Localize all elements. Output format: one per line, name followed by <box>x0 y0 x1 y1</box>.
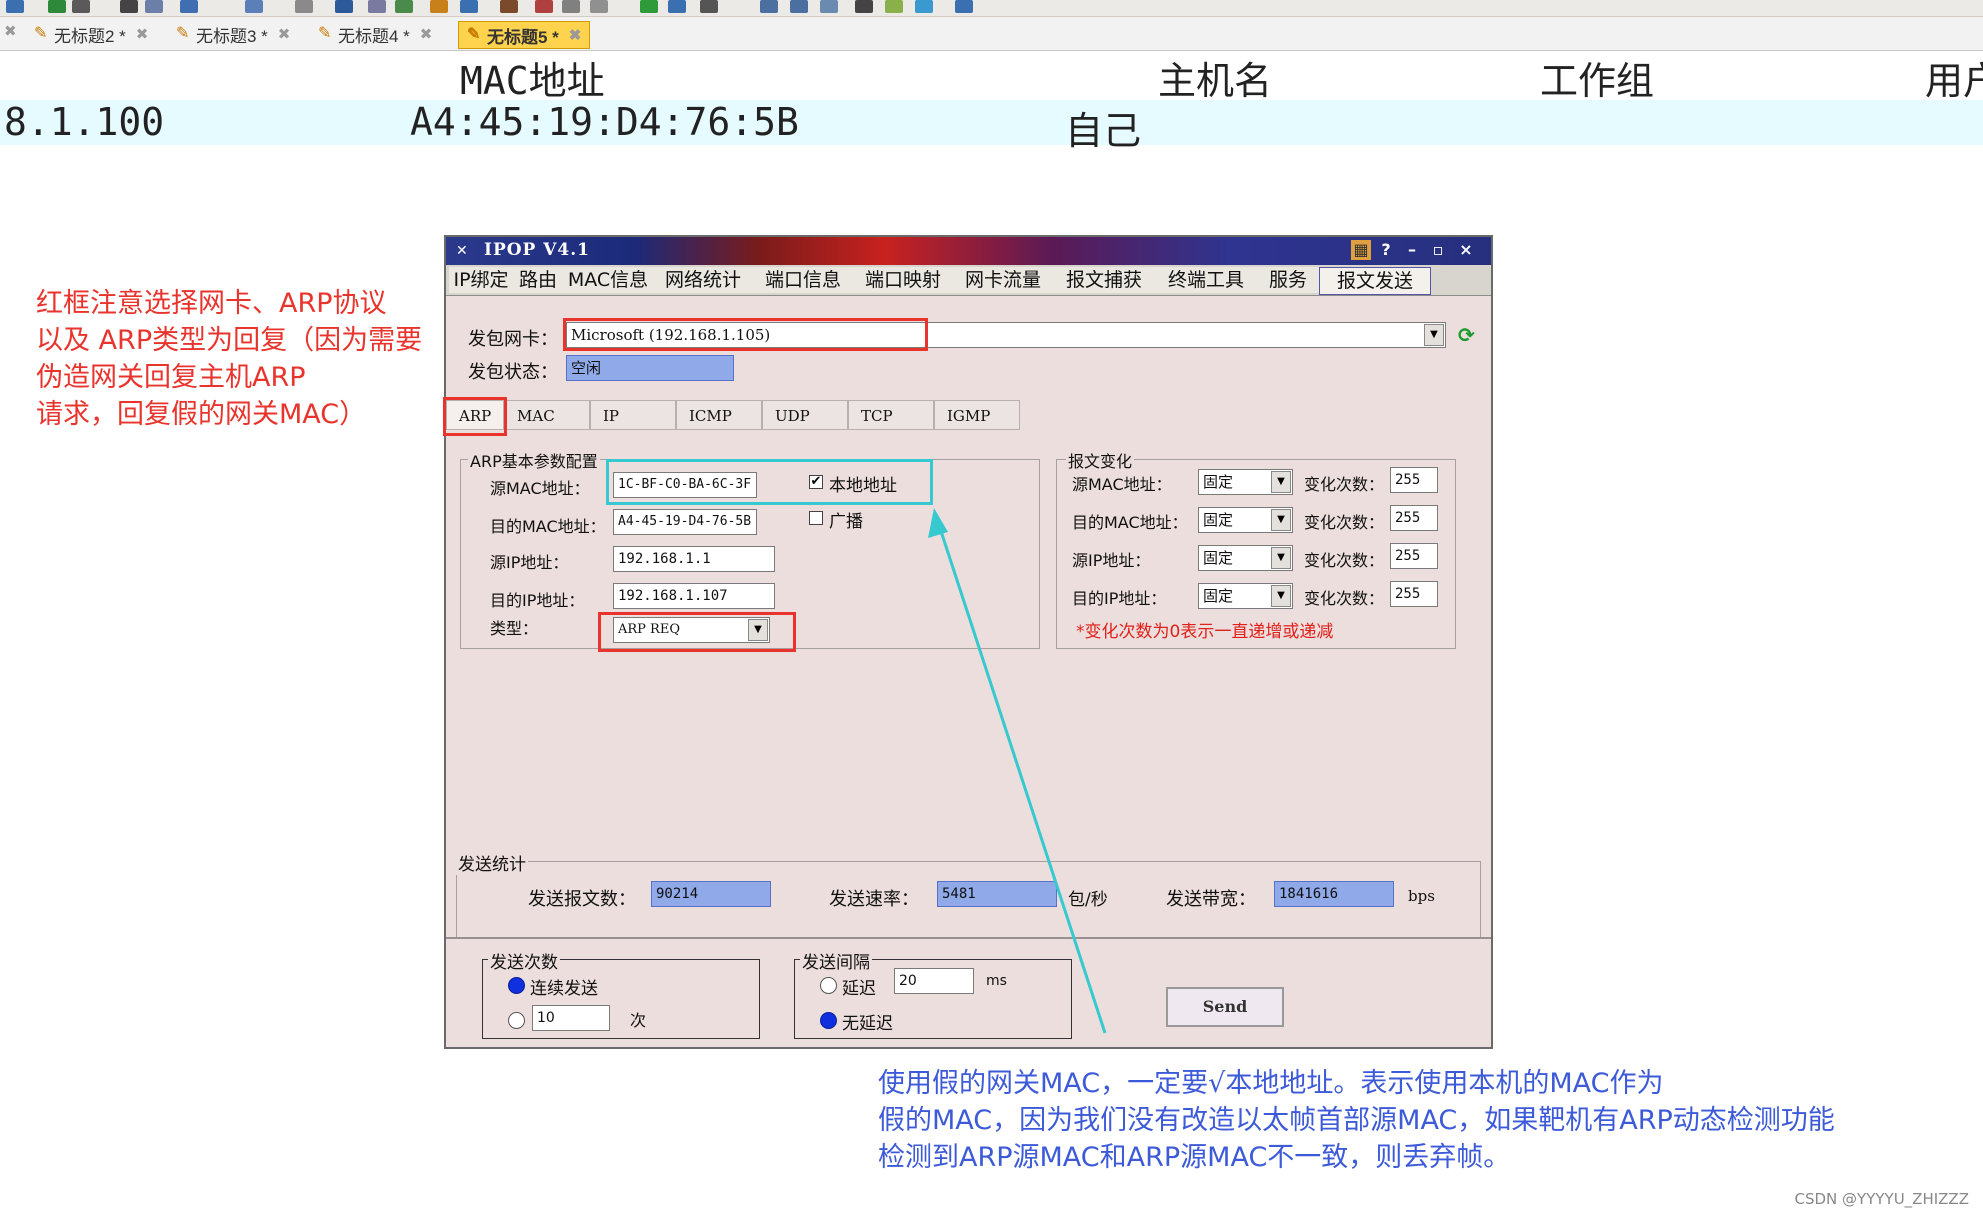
annotation-arrow <box>928 508 1107 1034</box>
annotation-line: 使用假的网关MAC，一定要√本地地址。表示使用本机的MAC作为 <box>878 1068 1664 1099</box>
arrow-line <box>936 521 1107 1034</box>
arrow-head <box>928 508 948 538</box>
blue-annotation: 使用假的网关MAC，一定要√本地地址。表示使用本机的MAC作为 假的MAC，因为… <box>878 1065 1928 1176</box>
annotation-line: 假的MAC，因为我们没有改造以太帧首部源MAC，如果靶机有ARP动态检测功能 <box>878 1105 1835 1136</box>
credit-watermark: CSDN @YYYYU_ZHIZZZ <box>1794 1190 1969 1208</box>
annotation-line: 检测到ARP源MAC和ARP源MAC不一致，则丢弃帧。 <box>878 1142 1511 1173</box>
